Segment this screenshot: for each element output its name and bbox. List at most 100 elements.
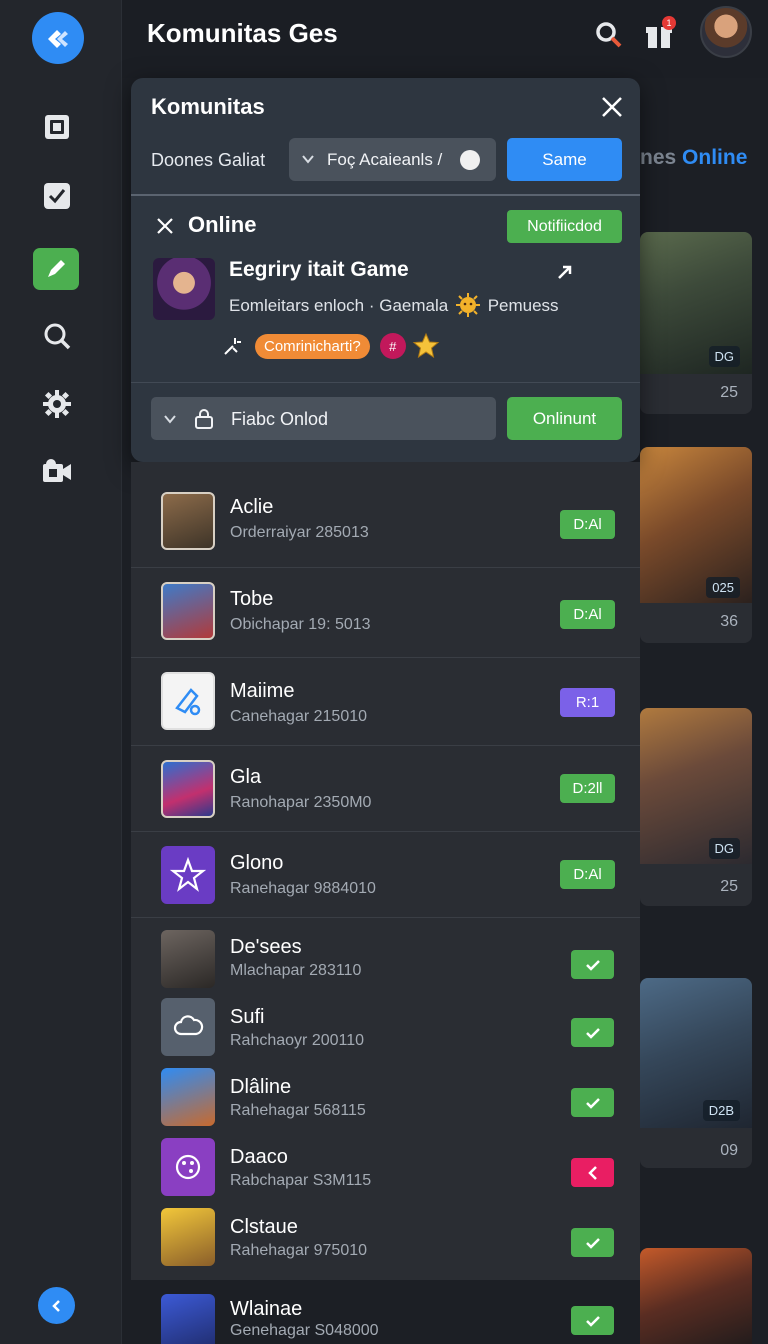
list-item[interactable]: Tobe Obichapar 19: 5013 D:Al [131,568,640,658]
list-item[interactable]: Maiime Canehagar 215010 R:1 [131,658,640,746]
status-badge[interactable]: R:1 [560,688,615,717]
filter-select-value: Foç Acaieanls / [327,149,443,169]
item-name: Gla [230,766,262,788]
save-button[interactable]: Same [507,138,622,181]
item-meta: Ranehagar 9884010 [230,880,376,897]
feed-card[interactable]: D2B 09 [640,978,752,1168]
chevron-down-icon [302,155,314,164]
back-icon[interactable] [38,1287,75,1324]
item-thumbnail [161,1068,215,1126]
online-label: Online [188,212,257,237]
search-icon[interactable] [38,317,76,355]
item-name: Aclie [230,496,274,518]
top-header: Komunitas Ges 1 [122,0,768,78]
camera-icon[interactable] [38,452,76,490]
status-badge[interactable]: D:Al [560,510,615,539]
item-thumbnail [161,846,215,904]
feed-number: 09 [720,1142,738,1159]
star-icon[interactable] [412,332,440,360]
list-item[interactable]: Daaco Rabchapar S3M115 [131,1130,640,1200]
sun-emoji-icon [456,293,480,317]
more-icon[interactable] [460,150,480,170]
check-button[interactable] [571,1228,614,1257]
feed-card[interactable]: DG 25 [640,708,752,906]
item-meta: Rahchaoyr 200110 [230,1032,365,1049]
status-badge[interactable]: D:Al [560,860,615,889]
item-meta: Rabchapar S3M115 [230,1172,372,1189]
share-icon[interactable] [555,262,575,282]
logo-icon[interactable] [32,12,84,64]
tag-row: Comrinicharti? # [223,332,440,360]
check-icon [585,1097,600,1109]
feed-card[interactable] [640,1248,752,1344]
list-item[interactable]: Glono Ranehagar 9884010 D:Al [131,832,640,918]
item-name: Glono [230,852,284,874]
feed-image [640,1248,752,1344]
status-badge[interactable]: D:2ll [560,774,615,803]
notification-button[interactable]: Notifiicdod [507,210,622,243]
item-name: Dlâline [230,1076,292,1098]
search-icon[interactable] [594,20,624,50]
check-button[interactable] [571,950,614,979]
status-badge[interactable]: D:Al [560,600,615,629]
online-button[interactable]: Onlinunt [507,397,622,440]
divider [131,194,640,196]
item-thumbnail [161,492,215,550]
filter-select[interactable]: Foç Acaieanls / [289,138,496,181]
list-item[interactable]: Gla Ranohapar 2350M0 D:2ll [131,746,640,832]
item-thumbnail [161,1294,215,1344]
hash-chip[interactable]: # [379,333,406,359]
palette-icon [175,1154,201,1180]
online-select-value: Fiabc Onlod [231,409,329,429]
check-button[interactable] [571,1306,614,1335]
feed-number: 25 [720,878,738,895]
list-item[interactable]: Wlainae Genehagar S048000 [131,1280,640,1344]
square-icon[interactable] [38,108,76,146]
game-thumbnail[interactable] [153,258,215,320]
list-item[interactable]: Aclie Orderraiyar 285013 D:Al [131,462,640,568]
feed-tag: DG [708,346,740,367]
check-button[interactable] [571,1018,614,1047]
cloud-icon [173,1015,204,1036]
feed-tag: D2B [702,1100,740,1121]
gear-icon[interactable] [38,385,76,423]
list-item[interactable]: De'sees Mlachapar 283110 [131,918,640,990]
feed-tag: DG [708,838,740,859]
modal-title: Komunitas [151,94,265,119]
list-item[interactable]: Sufi Rahchaoyr 200110 [131,990,640,1060]
item-name: Daaco [230,1146,288,1168]
pencil-icon[interactable] [33,248,79,290]
item-meta: Genehagar S048000 [230,1322,379,1339]
item-name: Maiime [230,680,295,702]
item-meta: Canehagar 215010 [230,708,368,725]
close-icon[interactable] [155,216,175,236]
item-name: Clstaue [230,1216,298,1238]
feed-card[interactable]: DG 25 [640,232,752,414]
item-meta: Mlachapar 283110 [230,962,362,979]
check-icon [585,1315,600,1327]
online-select[interactable]: Fiabc Onlod [151,397,496,440]
list-item[interactable]: Clstaue Rahehagar 975010 [131,1200,640,1272]
item-meta: Rahehagar 568115 [230,1102,366,1119]
item-thumbnail [161,760,215,818]
chevron-down-icon [164,415,176,424]
user-avatar[interactable] [700,6,752,58]
feed-card[interactable]: 025 36 [640,447,752,643]
item-thumbnail [161,672,215,730]
list-item[interactable]: Dlâline Rahehagar 568115 [131,1060,640,1130]
community-tag[interactable]: Comrinicharti? [255,333,370,359]
item-thumbnail [161,1138,215,1196]
item-name: Sufi [230,1006,265,1028]
close-icon[interactable] [599,94,625,120]
star-icon [170,857,206,892]
checkbox-icon[interactable] [38,177,76,215]
check-icon [585,959,600,971]
check-icon [585,1027,600,1039]
feed-tag: 025 [706,577,740,598]
community-modal: Komunitas Doones Galiat Foç Acaieanls / … [131,78,640,462]
feed-number: 25 [720,384,738,401]
item-meta: Rahehagar 975010 [230,1242,368,1259]
item-thumbnail [161,582,215,640]
check-button[interactable] [571,1088,614,1117]
back-button[interactable] [571,1158,614,1187]
